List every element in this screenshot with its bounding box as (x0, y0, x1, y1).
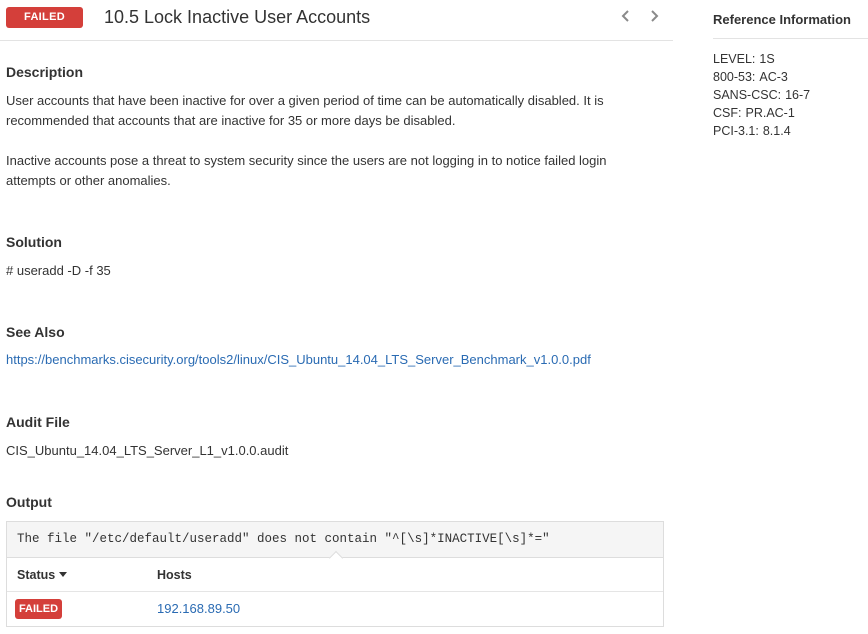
reference-item: LEVEL: 1S (713, 50, 810, 68)
solution-heading: Solution (6, 234, 62, 250)
description-line: attempts or other anomalies. (6, 173, 171, 188)
reference-value: 1S (759, 52, 775, 66)
reference-key: PCI-3.1: (713, 124, 759, 138)
output-box: The file "/etc/default/useradd" does not… (6, 521, 664, 627)
reference-list: LEVEL: 1S 800-53: AC-3 SANS-CSC: 16-7 CSF: P… (713, 50, 810, 140)
description-text: User accounts that have been inactive fo… (6, 91, 607, 191)
reference-item: PCI-3.1: 8.1.4 (713, 122, 810, 140)
reference-key: SANS-CSC: (713, 88, 782, 102)
reference-value: 8.1.4 (762, 124, 791, 138)
status-badge: FAILED (6, 7, 83, 28)
output-heading: Output (6, 494, 52, 510)
page-title: 10.5 Lock Inactive User Accounts (104, 7, 371, 27)
reference-item: CSF: PR.AC-1 (713, 104, 810, 122)
reference-item: SANS-CSC: 16-7 (713, 86, 810, 104)
status-column-header[interactable]: Status (17, 568, 68, 582)
row-status-badge: FAILED (15, 599, 62, 619)
reference-value: AC-3 (759, 70, 788, 84)
see-also-link[interactable]: https://benchmarks.cisecurity.org/tools2… (6, 352, 591, 367)
reference-key: CSF: (713, 106, 742, 120)
chevron-right-icon[interactable] (647, 8, 661, 26)
host-link[interactable]: 192.168.89.50 (157, 601, 240, 616)
description-line: recommended that accounts that are inact… (6, 113, 456, 128)
hosts-column-header: Hosts (157, 568, 192, 582)
output-message: The file "/etc/default/useradd" does not… (7, 522, 663, 566)
hosts-table-header: Status Hosts (7, 558, 663, 592)
audit-file-text: CIS_Ubuntu_14.04_LTS_Server_L1_v1.0.0.au… (6, 443, 289, 458)
status-column-label: Status (17, 568, 56, 582)
page-header: FAILED 10.5 Lock Inactive User Accounts (0, 0, 673, 41)
reference-key: LEVEL: (713, 52, 756, 66)
reference-value: PR.AC-1 (745, 106, 795, 120)
reference-key: 800-53: (713, 70, 756, 84)
see-also-heading: See Also (6, 324, 65, 340)
chevron-left-icon[interactable] (619, 8, 633, 26)
sort-down-icon (59, 572, 68, 578)
solution-text: # useradd -D -f 35 (6, 263, 111, 278)
description-heading: Description (6, 64, 84, 80)
description-line: User accounts that have been inactive fo… (6, 93, 604, 108)
output-message-text: The file "/etc/default/useradd" does not… (17, 532, 550, 546)
reference-title: Reference Information (713, 12, 851, 27)
description-line: Inactive accounts pose a threat to syste… (6, 153, 607, 168)
audit-file-heading: Audit File (6, 414, 70, 430)
divider (713, 38, 868, 39)
main-panel: FAILED 10.5 Lock Inactive User Accounts … (0, 0, 673, 634)
reference-value: 16-7 (785, 88, 811, 102)
table-row: FAILED 192.168.89.50 (7, 592, 663, 626)
reference-item: 800-53: AC-3 (713, 68, 810, 86)
